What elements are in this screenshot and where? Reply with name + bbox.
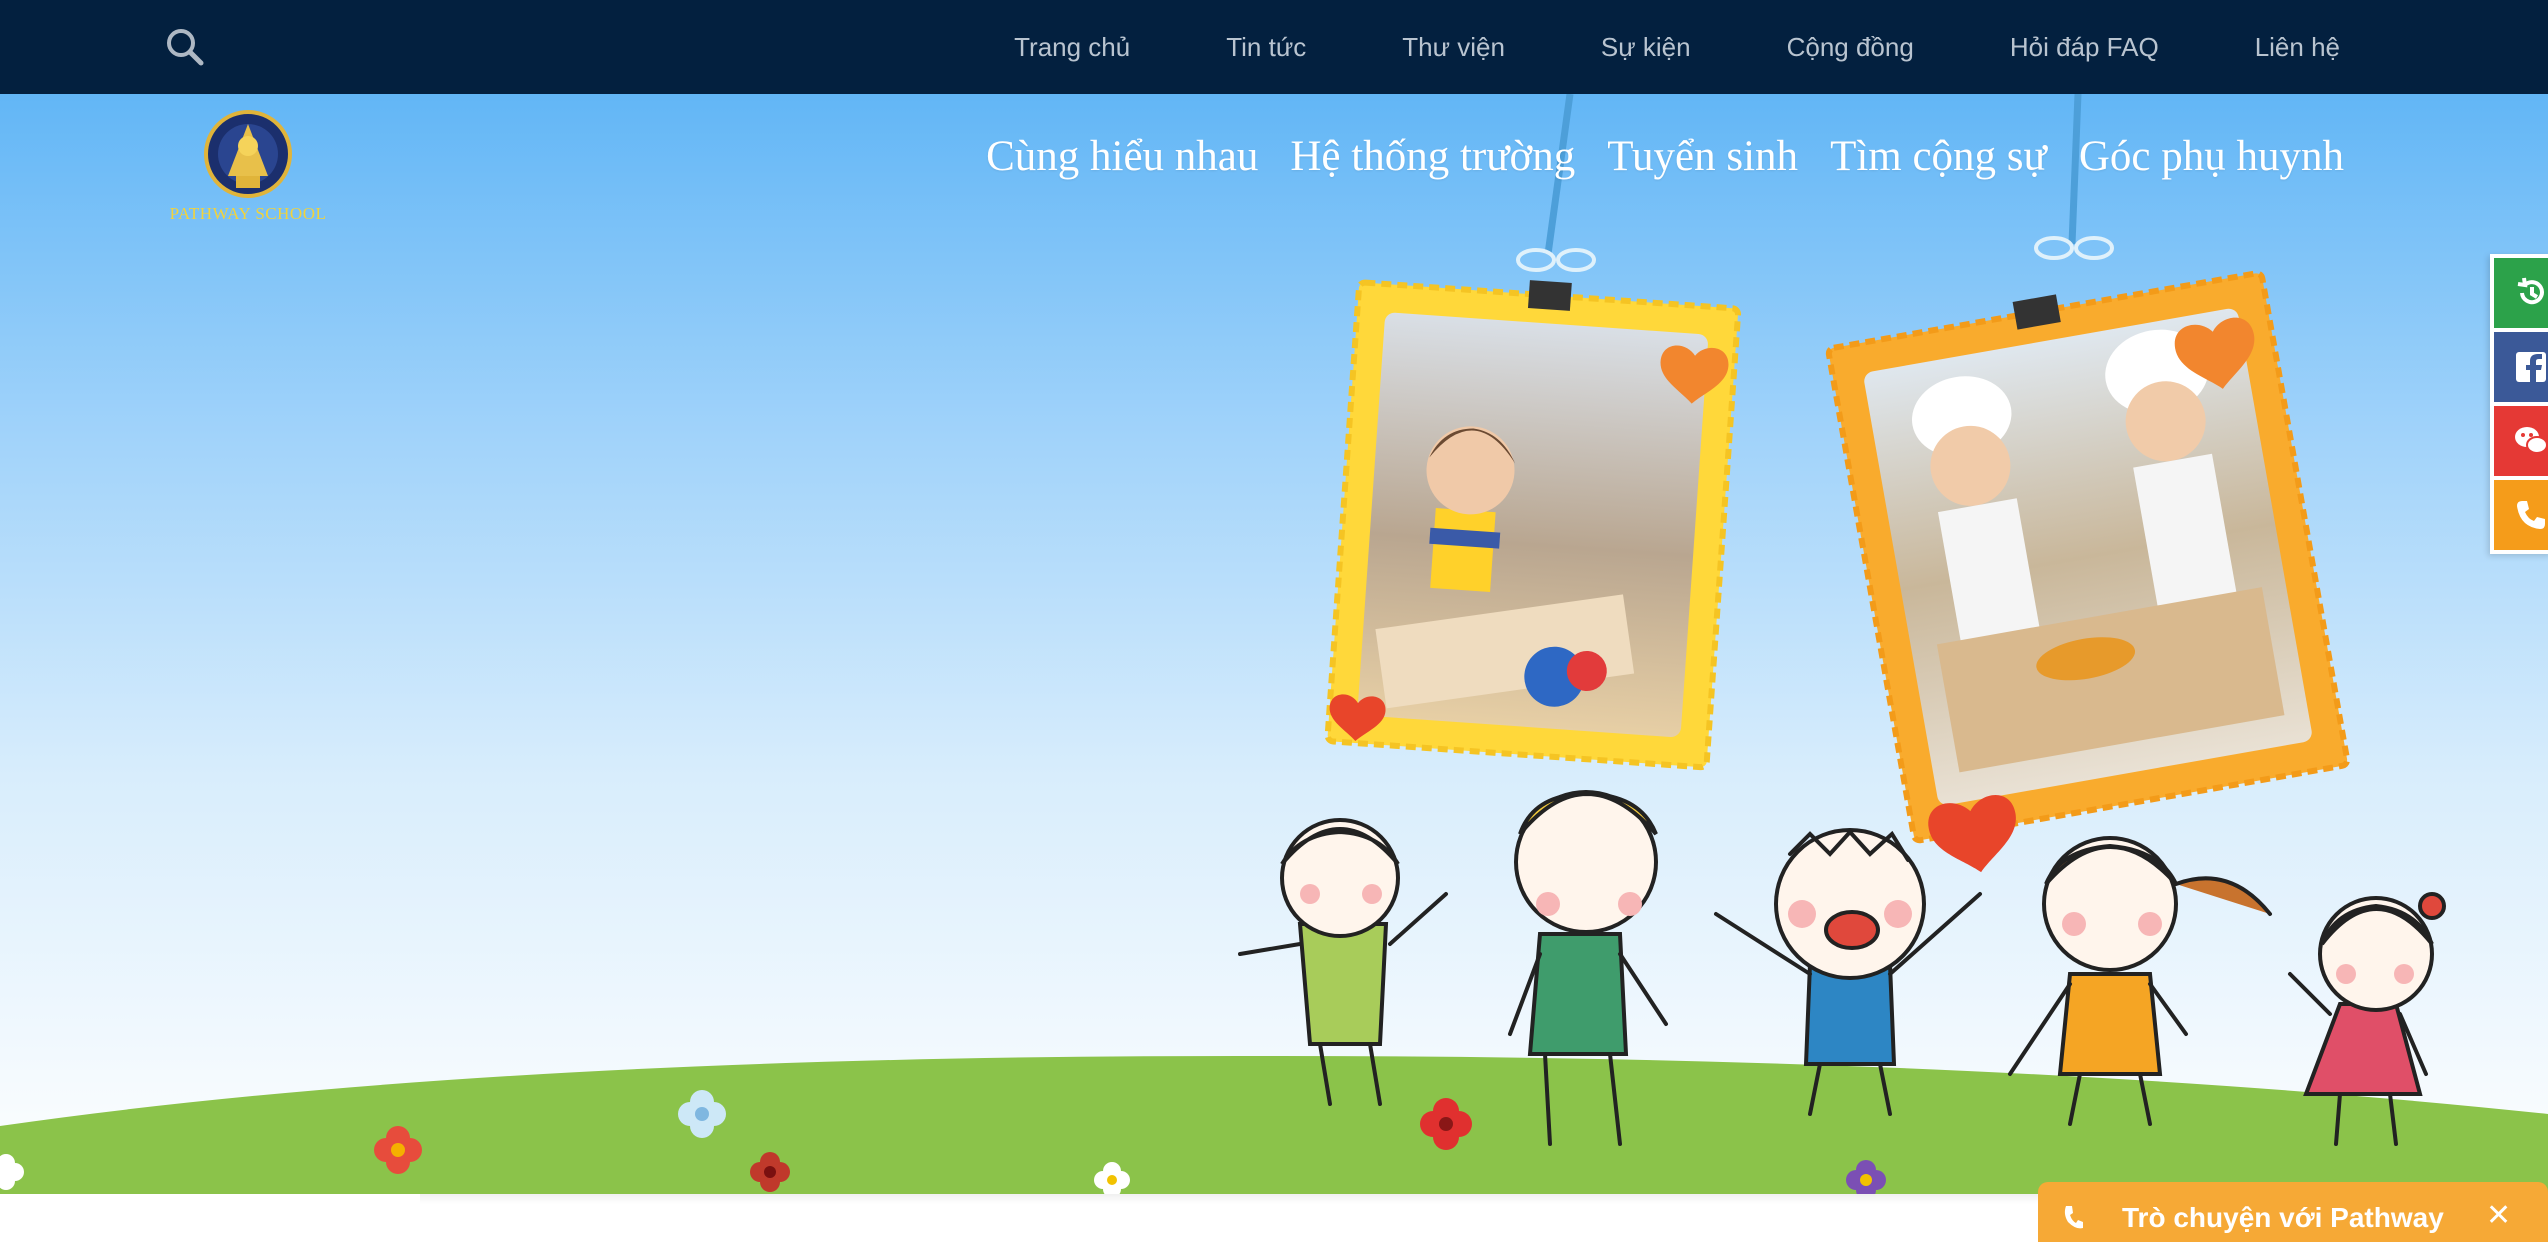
main-nav-schools[interactable]: Hệ thống trường [1290, 132, 1575, 181]
top-nav-faq[interactable]: Hỏi đáp FAQ [2010, 32, 2159, 63]
main-nav: Cùng hiểu nhau Hệ thống trường Tuyển sin… [986, 132, 2344, 181]
hero-illustration [0, 94, 2548, 1194]
top-nav-community[interactable]: Cộng đồng [1787, 32, 1914, 63]
main-nav-parents[interactable]: Góc phụ huynh [2079, 132, 2344, 181]
history-button[interactable] [2494, 258, 2548, 328]
top-bar: Trang chủ Tin tức Thư viện Sự kiện Cộng … [0, 0, 2548, 94]
history-icon [2517, 277, 2544, 305]
ribbon-bow-1 [1516, 248, 1596, 272]
main-nav-careers[interactable]: Tìm cộng sự [1830, 132, 2047, 181]
photo-frame-2 [1825, 270, 2351, 873]
hero-banner: PATHWAY SCHOOL Cùng hiểu nhau Hệ thống t… [0, 94, 2548, 1194]
top-nav: Trang chủ Tin tức Thư viện Sự kiện Cộng … [1014, 0, 2340, 94]
photo-frame-1 [1324, 279, 1742, 771]
facebook-icon [2516, 352, 2546, 384]
phone-icon [2517, 501, 2545, 529]
chat-icon [2062, 1204, 2084, 1234]
wechat-icon [2515, 427, 2548, 454]
top-nav-library[interactable]: Thư viện [1402, 32, 1505, 63]
floating-social-bar [2490, 254, 2548, 554]
top-nav-events[interactable]: Sự kiện [1601, 32, 1691, 63]
top-nav-news[interactable]: Tin tức [1226, 32, 1306, 63]
main-nav-about[interactable]: Cùng hiểu nhau [986, 132, 1258, 181]
chat-widget[interactable]: Trò chuyện với Pathway ✕ [2038, 1182, 2548, 1242]
phone-button[interactable] [2494, 480, 2548, 550]
top-nav-contact[interactable]: Liên hệ [2255, 32, 2340, 63]
chat-title: Trò chuyện với Pathway [2122, 1202, 2444, 1233]
close-icon[interactable]: ✕ [2486, 1198, 2511, 1233]
logo-text: PATHWAY SCHOOL [169, 204, 327, 223]
facebook-button[interactable] [2494, 332, 2548, 402]
search-icon[interactable] [164, 26, 206, 68]
wechat-button[interactable] [2494, 406, 2548, 476]
content-shadow [420, 1194, 2120, 1204]
top-nav-home[interactable]: Trang chủ [1014, 32, 1130, 63]
main-nav-admissions[interactable]: Tuyển sinh [1607, 132, 1798, 181]
